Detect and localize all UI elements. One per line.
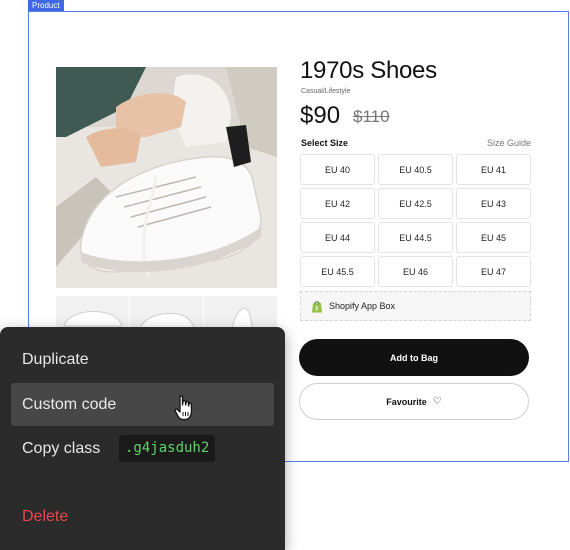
size-option[interactable]: EU 43	[456, 188, 531, 219]
size-option[interactable]: EU 46	[378, 256, 453, 287]
size-option[interactable]: EU 42.5	[378, 188, 453, 219]
favourite-button[interactable]: Favourite ♡	[299, 383, 529, 420]
size-guide-link[interactable]: Size Guide	[487, 138, 531, 148]
product-thumbnail[interactable]	[204, 296, 277, 330]
size-option[interactable]: EU 47	[456, 256, 531, 287]
size-option[interactable]: EU 40	[300, 154, 375, 185]
size-option[interactable]: EU 40.5	[378, 154, 453, 185]
size-option[interactable]: EU 44	[300, 222, 375, 253]
menu-item-copy-class[interactable]: Copy class	[22, 440, 100, 458]
size-option[interactable]: EU 41	[456, 154, 531, 185]
size-option[interactable]: EU 45	[456, 222, 531, 253]
select-size-label: Select Size	[301, 138, 349, 148]
shopify-bag-icon	[312, 300, 322, 312]
frame-label[interactable]: Product	[28, 0, 64, 11]
product-hero-image[interactable]	[56, 67, 277, 288]
sneaker-thumbnail-image	[56, 296, 129, 330]
favourite-label: Favourite	[386, 396, 427, 407]
hand-pointer-cursor-icon	[174, 395, 193, 421]
product-category: Casual/Lifestyle	[301, 88, 351, 95]
menu-item-custom-code[interactable]: Custom code	[22, 396, 116, 414]
size-option[interactable]: EU 44.5	[378, 222, 453, 253]
product-thumbnail[interactable]	[130, 296, 203, 330]
product-old-price: $110	[353, 107, 390, 126]
size-option[interactable]: EU 42	[300, 188, 375, 219]
app-box-label: Shopify App Box	[329, 301, 396, 311]
size-option[interactable]: EU 45.5	[300, 256, 375, 287]
shopify-app-box[interactable]: Shopify App Box	[300, 291, 531, 321]
product-title: 1970s Shoes	[300, 57, 437, 84]
class-name-chip[interactable]: .g4jasduh2	[119, 435, 216, 462]
menu-item-delete[interactable]: Delete	[22, 508, 68, 526]
add-to-bag-button[interactable]: Add to Bag	[299, 339, 529, 376]
heart-outline-icon: ♡	[432, 396, 442, 407]
product-price: $90	[300, 102, 341, 129]
size-grid: EU 40 EU 40.5 EU 41 EU 42 EU 42.5 EU 43 …	[300, 154, 531, 287]
sneaker-thumbnail-image	[204, 296, 277, 330]
sneaker-thumbnail-image	[130, 296, 203, 330]
sneaker-photo-illustration	[56, 67, 277, 288]
product-thumbnail[interactable]	[56, 296, 129, 330]
menu-item-duplicate[interactable]: Duplicate	[22, 351, 89, 369]
context-menu: Duplicate Custom code Copy class .g4jasd…	[0, 327, 285, 550]
